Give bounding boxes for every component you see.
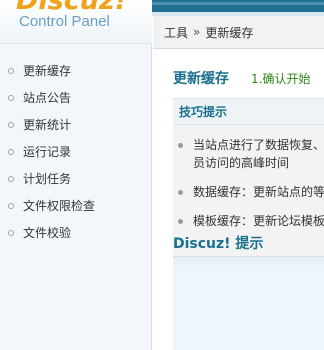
page-heading: 更新缓存 1.确认开始 (173, 68, 310, 88)
sidebar-item-file-permissions[interactable]: 文件权限检查 (0, 192, 152, 219)
tip-item: 模板缓存：更新论坛模板 (173, 212, 324, 230)
sidebar-item-label: 文件权限检查 (23, 199, 96, 213)
discuz-tip-title: Discuz! 提示 (173, 236, 264, 252)
sidebar-item-label: 更新统计 (23, 118, 72, 132)
main-content: 更新缓存 1.确认开始 技巧提示 当站点进行了数据恢复、 员访问的高峰时间 数据… (153, 50, 324, 350)
bullet-icon (8, 229, 14, 236)
sidebar-item-label: 文件校验 (23, 226, 72, 240)
tips-header: 技巧提示 (173, 98, 324, 125)
logo-area: Discuz! Control Panel (0, 0, 152, 44)
bullet-icon (8, 67, 14, 74)
tip-item: 数据缓存：更新站点的等 (173, 183, 324, 201)
tip-item: 当站点进行了数据恢复、 (173, 136, 324, 154)
discuz-tip-content (173, 265, 324, 350)
bullet-icon (8, 175, 14, 182)
sidebar-item-update-cache[interactable]: 更新缓存 (0, 57, 152, 84)
breadcrumb: 工具 » 更新缓存 (153, 16, 324, 49)
top-nav-bar (152, 0, 324, 12)
step-confirm-start[interactable]: 1.确认开始 (251, 70, 310, 87)
sidebar: Discuz! Control Panel 更新缓存 站点公告 更新统计 运行记… (0, 0, 152, 350)
tip-item-continued: 员访问的高峰时间 (193, 156, 290, 170)
sidebar-item-announcements[interactable]: 站点公告 (0, 84, 152, 111)
sidebar-nav: 更新缓存 站点公告 更新统计 运行记录 计划任务 文件权限检查 文件校验 (0, 57, 152, 246)
discuz-tip-box (173, 256, 324, 350)
top-nav-highlight (152, 2, 324, 5)
tips-list: 当站点进行了数据恢复、 员访问的高峰时间 数据缓存：更新站点的等 模板缓存：更新… (173, 125, 324, 230)
breadcrumb-current: 更新缓存 (205, 25, 254, 40)
bullet-icon (8, 121, 14, 128)
breadcrumb-separator: » (193, 25, 201, 39)
bullet-icon (8, 148, 14, 155)
bullet-icon (8, 202, 14, 209)
breadcrumb-root[interactable]: 工具 (164, 24, 188, 41)
page-title: 更新缓存 (173, 71, 229, 87)
brand-subtitle: Control Panel (19, 13, 110, 30)
bullet-icon (8, 94, 14, 101)
sidebar-item-label: 计划任务 (23, 172, 72, 186)
sidebar-item-scheduled-tasks[interactable]: 计划任务 (0, 165, 152, 192)
sidebar-item-run-log[interactable]: 运行记录 (0, 138, 152, 165)
sidebar-item-label: 更新缓存 (23, 64, 72, 78)
sidebar-item-label: 站点公告 (23, 91, 72, 105)
sidebar-item-update-stats[interactable]: 更新统计 (0, 111, 152, 138)
sidebar-item-label: 运行记录 (23, 145, 72, 159)
sidebar-item-file-verify[interactable]: 文件校验 (0, 219, 152, 246)
